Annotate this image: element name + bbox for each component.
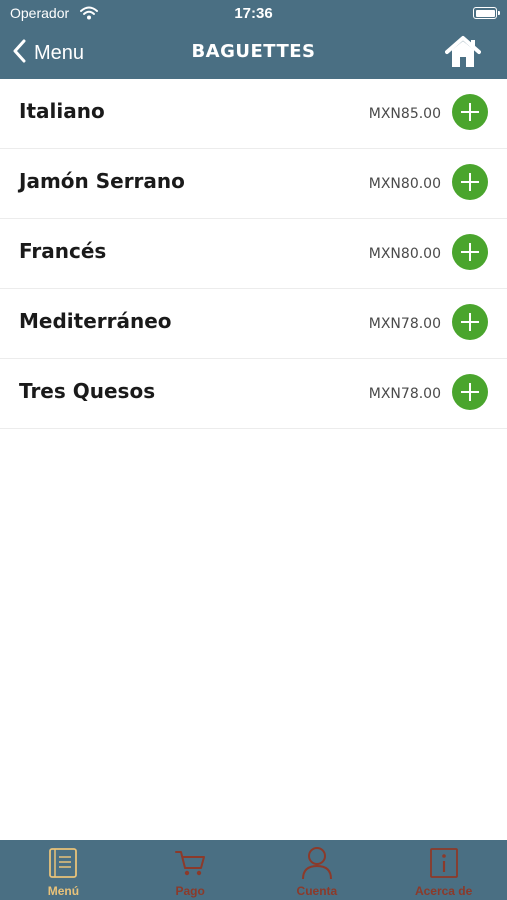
- tab-payment[interactable]: Pago: [127, 840, 254, 900]
- tab-bar: Menú Pago Cuenta Acerca de: [0, 840, 507, 900]
- info-icon: [429, 846, 459, 880]
- item-price: MXN85.00: [368, 106, 441, 122]
- list-item[interactable]: Mediterráneo MXN78.00: [0, 289, 507, 359]
- home-button[interactable]: [445, 35, 481, 69]
- tab-account[interactable]: Cuenta: [254, 840, 381, 900]
- page-title: BAGUETTES: [191, 41, 316, 62]
- item-price: MXN80.00: [368, 246, 441, 262]
- add-to-cart-button[interactable]: [452, 234, 488, 270]
- add-to-cart-button[interactable]: [452, 164, 488, 200]
- nav-bar: Menu BAGUETTES: [0, 30, 507, 76]
- tab-label: Acerca de: [414, 884, 473, 898]
- item-name: Italiano: [19, 99, 105, 123]
- item-price: MXN80.00: [368, 176, 441, 192]
- add-to-cart-button[interactable]: [452, 304, 488, 340]
- item-name: Francés: [19, 239, 107, 263]
- menu-book-icon: [48, 846, 78, 880]
- header: Operador 17:36 Menu BAGUETTES: [0, 0, 507, 79]
- item-price: MXN78.00: [368, 316, 441, 332]
- list-item[interactable]: Francés MXN80.00: [0, 219, 507, 289]
- product-list: Italiano MXN85.00 Jamón Serrano MXN80.00…: [0, 79, 507, 429]
- tab-about[interactable]: Acerca de: [380, 840, 507, 900]
- tab-menu[interactable]: Menú: [0, 840, 127, 900]
- status-bar: Operador 17:36: [0, 0, 507, 28]
- tab-label: Cuenta: [296, 884, 338, 898]
- add-to-cart-button[interactable]: [452, 374, 488, 410]
- list-item[interactable]: Jamón Serrano MXN80.00: [0, 149, 507, 219]
- user-icon: [301, 846, 333, 880]
- cart-icon: [174, 846, 206, 880]
- status-time: 17:36: [234, 5, 273, 22]
- tab-label: Menú: [47, 884, 80, 898]
- tab-label: Pago: [175, 884, 205, 898]
- item-name: Tres Quesos: [19, 379, 156, 403]
- list-item[interactable]: Italiano MXN85.00: [0, 79, 507, 149]
- list-item[interactable]: Tres Quesos MXN78.00: [0, 359, 507, 429]
- item-price: MXN78.00: [368, 386, 441, 402]
- item-name: Mediterráneo: [19, 309, 172, 333]
- add-to-cart-button[interactable]: [452, 94, 488, 130]
- home-icon: [445, 36, 481, 73]
- battery-icon: [473, 7, 500, 19]
- item-name: Jamón Serrano: [19, 169, 185, 193]
